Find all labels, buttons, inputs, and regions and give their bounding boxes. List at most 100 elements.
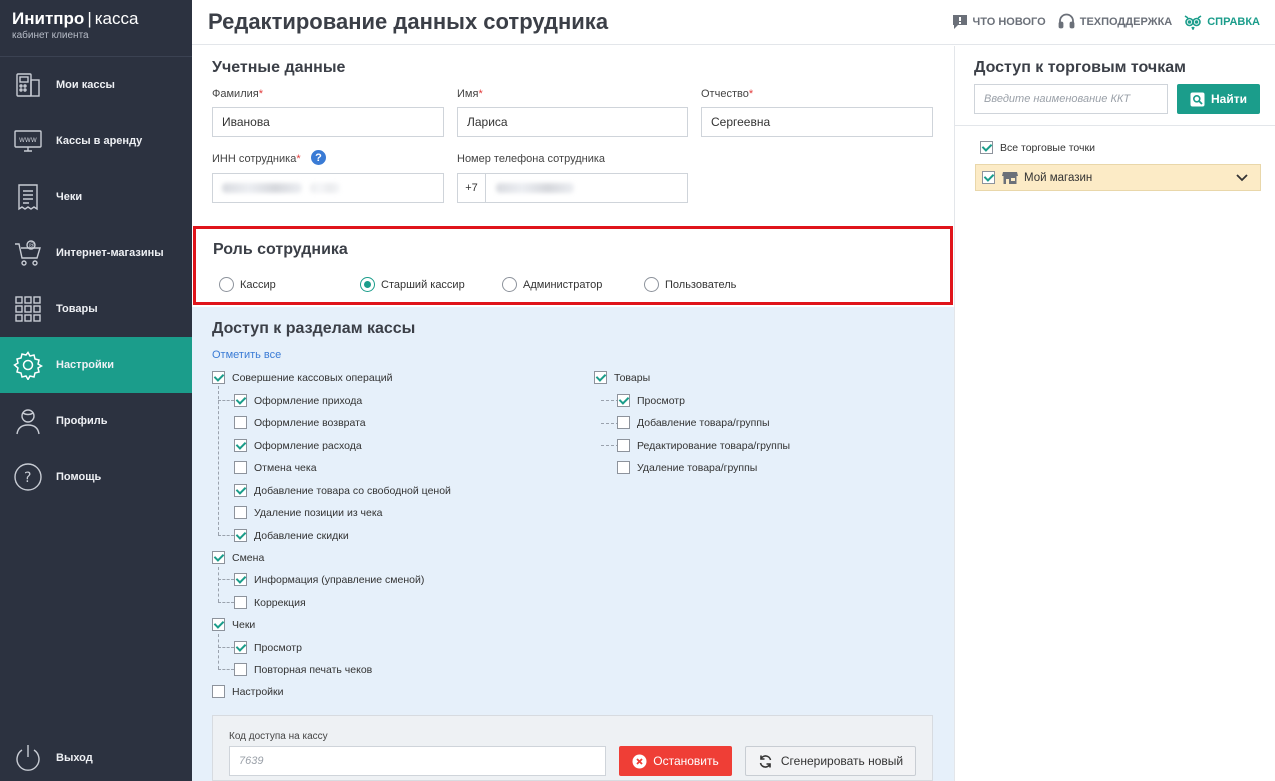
checkbox[interactable] [234,506,247,519]
find-button[interactable]: Найти [1177,84,1260,114]
perm-settings[interactable]: Настройки [212,685,284,698]
sidebar-item-settings[interactable]: Настройки [0,337,192,393]
perm-expense[interactable]: Оформление расхода [234,439,362,452]
sidebar-item-label: Чеки [56,191,83,203]
perm-goods-add[interactable]: Добавление товара/группы [617,416,770,429]
checkbox[interactable] [234,394,247,407]
checkbox[interactable] [617,394,630,407]
gear-icon [13,350,43,380]
support-link[interactable]: ТЕХПОДДЕРЖКА [1058,13,1173,30]
brand[interactable]: Инитпро | касса кабинет клиента [0,0,192,57]
sidebar-item-help[interactable]: ? Помощь [0,449,192,505]
perm-shift-info[interactable]: Информация (управление сменой) [234,573,424,586]
checkbox[interactable] [980,141,993,154]
perm-remove-item[interactable]: Удаление позиции из чека [234,506,383,519]
rent-terminal-icon: WWW [13,126,43,156]
access-section: Доступ к разделам кассы Отметить все Сов… [192,307,954,781]
role-option-administrator[interactable]: Администратор [502,277,602,292]
access-code-field[interactable]: 7639 [229,746,606,776]
sidebar-item-rent-registers[interactable]: WWW Кассы в аренду [0,113,192,169]
checkbox[interactable] [617,439,630,452]
checkbox[interactable] [234,663,247,676]
brand-logo: Инитпро | касса [12,9,192,29]
checkbox[interactable] [212,618,225,631]
radio-button-selected[interactable] [360,277,375,292]
check-all-link[interactable]: Отметить все [212,349,281,361]
perm-receipts-view[interactable]: Просмотр [234,641,302,654]
checkbox[interactable] [234,416,247,429]
perm-goods[interactable]: Товары [594,371,650,384]
support-label: ТЕХПОДДЕРЖКА [1079,15,1173,28]
radio-button[interactable] [644,277,659,292]
checkbox[interactable] [212,685,225,698]
whats-new-link[interactable]: ЧТО НОВОГО [952,14,1046,30]
chevron-down-icon[interactable] [1236,173,1248,182]
checkbox[interactable] [212,371,225,384]
generate-button[interactable]: Сгенерировать новый [745,746,916,776]
sidebar-item-receipts[interactable]: Чеки [0,169,192,225]
lastname-field[interactable]: Иванова [212,107,444,137]
role-option-senior-cashier[interactable]: Старший кассир [360,277,465,292]
store-row-my-shop[interactable]: Мой магазин [975,164,1261,191]
all-stores-checkbox[interactable]: Все торговые точки [980,141,1095,154]
perm-cash-operations[interactable]: Совершение кассовых операций [212,371,392,384]
perm-correction[interactable]: Коррекция [234,596,306,609]
checkbox[interactable] [617,461,630,474]
checkbox[interactable] [982,171,995,184]
checkbox[interactable] [234,596,247,609]
checkbox[interactable] [212,551,225,564]
perm-label: Информация (управление сменой) [254,573,425,586]
perm-reprint[interactable]: Повторная печать чеков [234,663,372,676]
role-option-cashier[interactable]: Кассир [219,277,276,292]
perm-income[interactable]: Оформление прихода [234,394,362,407]
perm-goods-edit[interactable]: Редактирование товара/группы [617,439,790,452]
sidebar-item-online-stores[interactable]: @ Интернет-магазины [0,225,192,281]
checkbox[interactable] [234,484,247,497]
perm-cancel-receipt[interactable]: Отмена чека [234,461,317,474]
firstname-label-text: Имя [457,88,479,100]
firstname-field[interactable]: Лариса [457,107,688,137]
perm-goods-view[interactable]: Просмотр [617,394,685,407]
sidebar-item-label: Интернет-магазины [56,247,164,259]
sidebar-item-profile[interactable]: Профиль [0,393,192,449]
perm-shift[interactable]: Смена [212,551,264,564]
checkbox[interactable] [594,371,607,384]
store-search-input[interactable]: Введите наименование ККТ [974,84,1168,114]
checkbox[interactable] [234,439,247,452]
sidebar-item-my-registers[interactable]: Мои кассы [0,57,192,113]
store-checkbox[interactable] [982,171,1002,184]
store-name: Мой магазин [1024,171,1093,184]
checkbox[interactable] [234,641,247,654]
help-label: СПРАВКА [1207,15,1260,28]
stop-button[interactable]: Остановить [619,746,732,776]
perm-discount[interactable]: Добавление скидки [234,529,349,542]
access-section-title: Доступ к разделам кассы [212,320,416,337]
checkbox[interactable] [234,461,247,474]
logout-button[interactable]: Выход [0,730,192,781]
power-icon [13,743,43,773]
search-icon [1190,92,1205,106]
radio-button[interactable] [219,277,234,292]
radio-button[interactable] [502,277,517,292]
perm-receipts[interactable]: Чеки [212,618,255,631]
perm-goods-delete[interactable]: Удаление товара/группы [617,461,757,474]
inn-field[interactable] [212,173,444,203]
brand-subtitle: кабинет клиента [12,30,89,41]
phone-field[interactable]: +7 [457,173,688,203]
patronymic-field[interactable]: Сергеевна [701,107,933,137]
brand-separator: | [87,9,92,28]
role-option-user[interactable]: Пользователь [644,277,736,292]
checkbox[interactable] [617,416,630,429]
phone-prefix: +7 [458,174,486,202]
main-content: Учетные данные Фамилия* Иванова Имя* Лар… [192,46,954,781]
perm-refund[interactable]: Оформление возврата [234,416,366,429]
tree-connector [218,535,234,536]
perm-free-price[interactable]: Добавление товара со свободной ценой [234,484,451,497]
checkbox[interactable] [234,529,247,542]
help-link[interactable]: СПРАВКА [1184,14,1260,30]
sidebar-item-goods[interactable]: Товары [0,281,192,337]
checkbox[interactable] [234,573,247,586]
perm-label: Оформление расхода [254,439,362,452]
inn-help-icon[interactable]: ? [311,150,326,165]
perm-label: Совершение кассовых операций [232,371,393,384]
